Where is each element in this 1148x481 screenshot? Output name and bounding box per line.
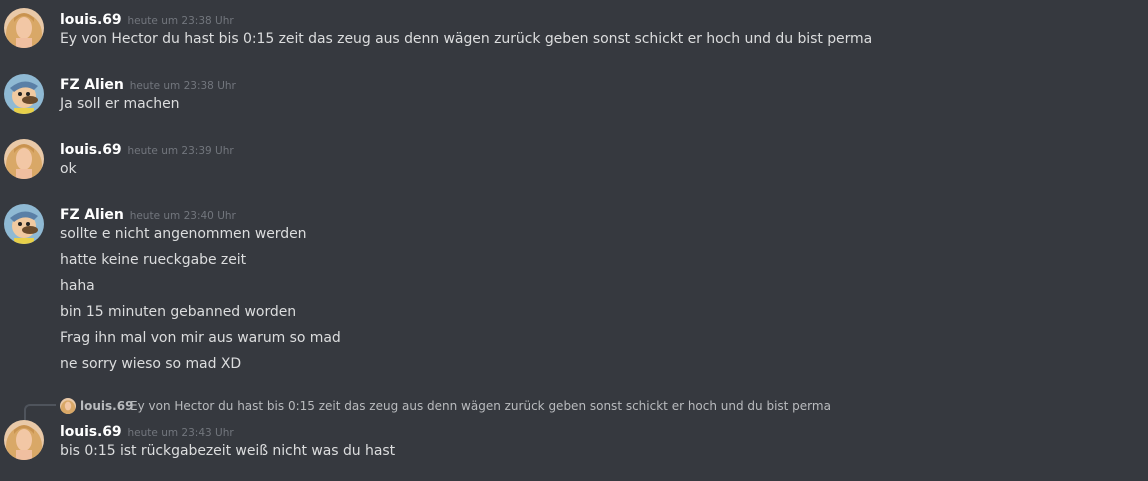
cartoon-man-avatar-icon	[4, 74, 44, 114]
message-text: Frag ihn mal von mir aus warum so mad	[60, 330, 341, 346]
avatar[interactable]	[4, 204, 44, 244]
message-text: Ey von Hector du hast bis 0:15 zeit das …	[60, 31, 873, 47]
reply-avatar	[60, 398, 76, 414]
blonde-woman-avatar-icon	[4, 139, 44, 179]
timestamp: heute um 23:40 Uhr	[129, 210, 236, 222]
message-text: hatte keine rueckgabe zeit	[60, 252, 247, 268]
chat-log: louis.69 heute um 23:38 Uhr Ey von Hector…	[0, 0, 1148, 481]
username[interactable]: louis.69	[60, 424, 122, 440]
avatar[interactable]	[4, 420, 44, 460]
timestamp: heute um 23:38 Uhr	[129, 80, 236, 92]
timestamp: heute um 23:43 Uhr	[127, 427, 234, 439]
reply-username[interactable]: louis.69	[80, 399, 133, 413]
username[interactable]: FZ Alien	[60, 207, 124, 223]
message-text: bin 15 minuten gebanned worden	[60, 304, 297, 320]
message-text: haha	[60, 278, 95, 294]
username[interactable]: FZ Alien	[60, 77, 124, 93]
blonde-woman-avatar-icon	[4, 8, 44, 48]
timestamp: heute um 23:39 Uhr	[127, 145, 234, 157]
avatar[interactable]	[4, 74, 44, 114]
cartoon-man-avatar-icon	[4, 204, 44, 244]
avatar[interactable]	[4, 139, 44, 179]
message-text: sollte e nicht angenommen werden	[60, 226, 307, 242]
message-text: Ja soll er machen	[60, 96, 180, 112]
blonde-woman-avatar-icon	[60, 398, 76, 414]
message-text: ne sorry wieso so mad XD	[60, 356, 242, 372]
reply-reference[interactable]: louis.69 Ey von Hector du hast bis 0:15 …	[24, 396, 1124, 422]
timestamp: heute um 23:38 Uhr	[127, 15, 234, 27]
message-text: bis 0:15 ist rückgabezeit weiß nicht was…	[60, 443, 396, 459]
reply-spine	[24, 404, 56, 422]
message-text: ok	[60, 161, 77, 177]
username[interactable]: louis.69	[60, 12, 122, 28]
username[interactable]: louis.69	[60, 142, 122, 158]
reply-text[interactable]: Ey von Hector du hast bis 0:15 zeit das …	[130, 399, 831, 413]
blonde-woman-avatar-icon	[4, 420, 44, 460]
avatar[interactable]	[4, 8, 44, 48]
